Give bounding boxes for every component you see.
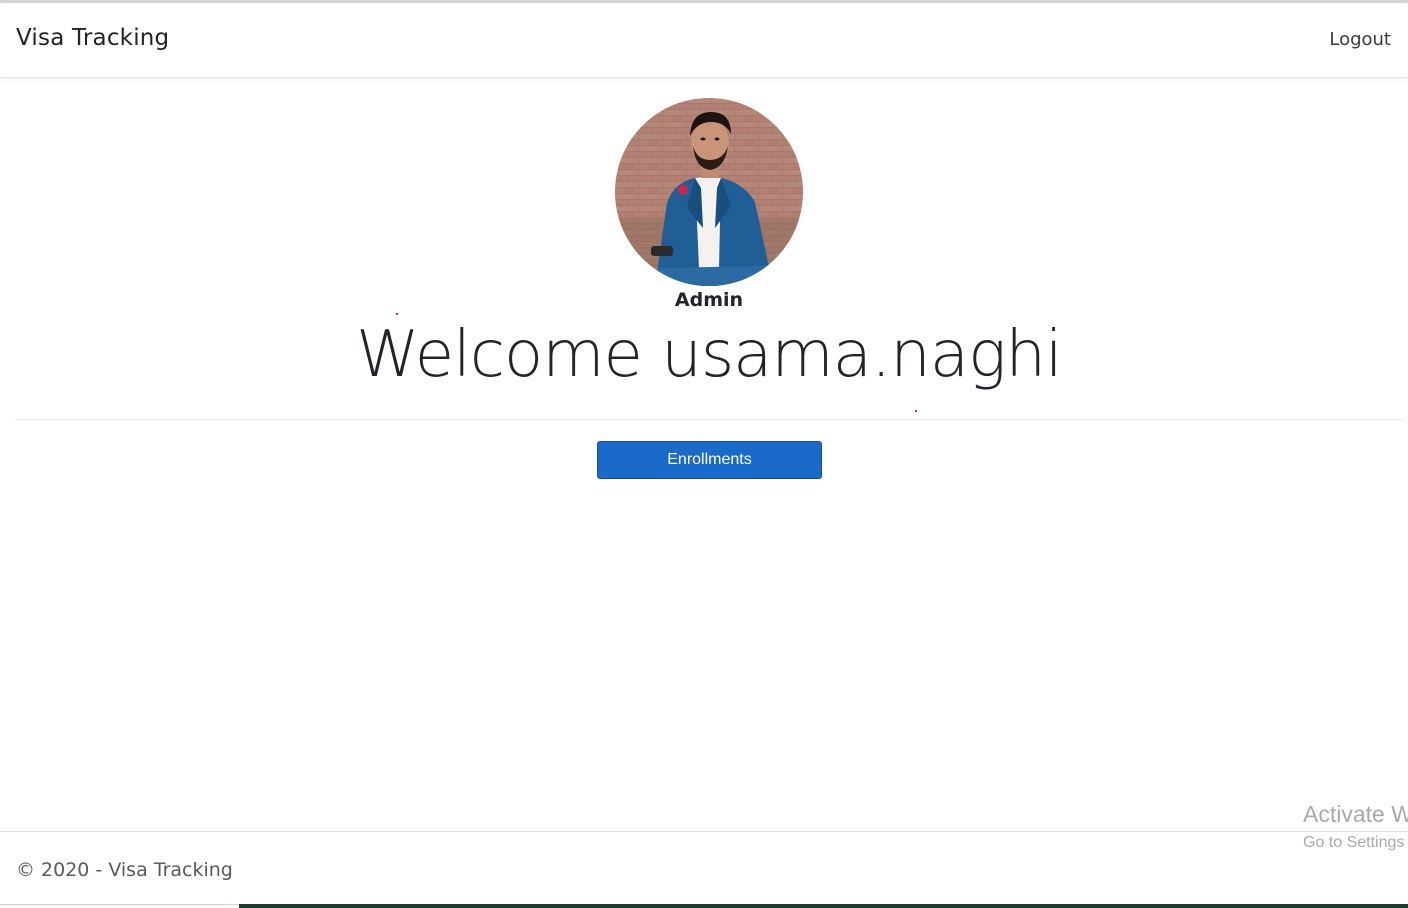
avatar bbox=[615, 98, 803, 286]
user-role-label: Admin bbox=[674, 289, 744, 311]
footer-copyright: © 2020 - Visa Tracking bbox=[16, 859, 233, 881]
enrollments-button[interactable]: Enrollments bbox=[597, 441, 822, 479]
welcome-heading: Welcome usama.naghi bbox=[356, 318, 1063, 392]
logout-link[interactable]: Logout bbox=[1329, 29, 1391, 50]
windows-activation-watermark: Activate Windows Go to Settings to activ… bbox=[1303, 801, 1408, 852]
stray-pixel bbox=[915, 410, 917, 412]
profile-photo bbox=[615, 98, 803, 286]
content-divider bbox=[15, 419, 1403, 420]
window-bottom-border bbox=[0, 904, 239, 905]
footer-divider bbox=[0, 831, 1408, 832]
top-navbar: Visa Tracking Logout bbox=[0, 3, 1408, 78]
brand-link[interactable]: Visa Tracking bbox=[16, 25, 169, 51]
watermark-title: Activate Windows bbox=[1303, 801, 1408, 827]
stray-pixel bbox=[396, 313, 398, 315]
watermark-subtitle: Go to Settings to activate Windows. bbox=[1303, 834, 1408, 851]
taskbar-edge bbox=[239, 904, 1408, 908]
